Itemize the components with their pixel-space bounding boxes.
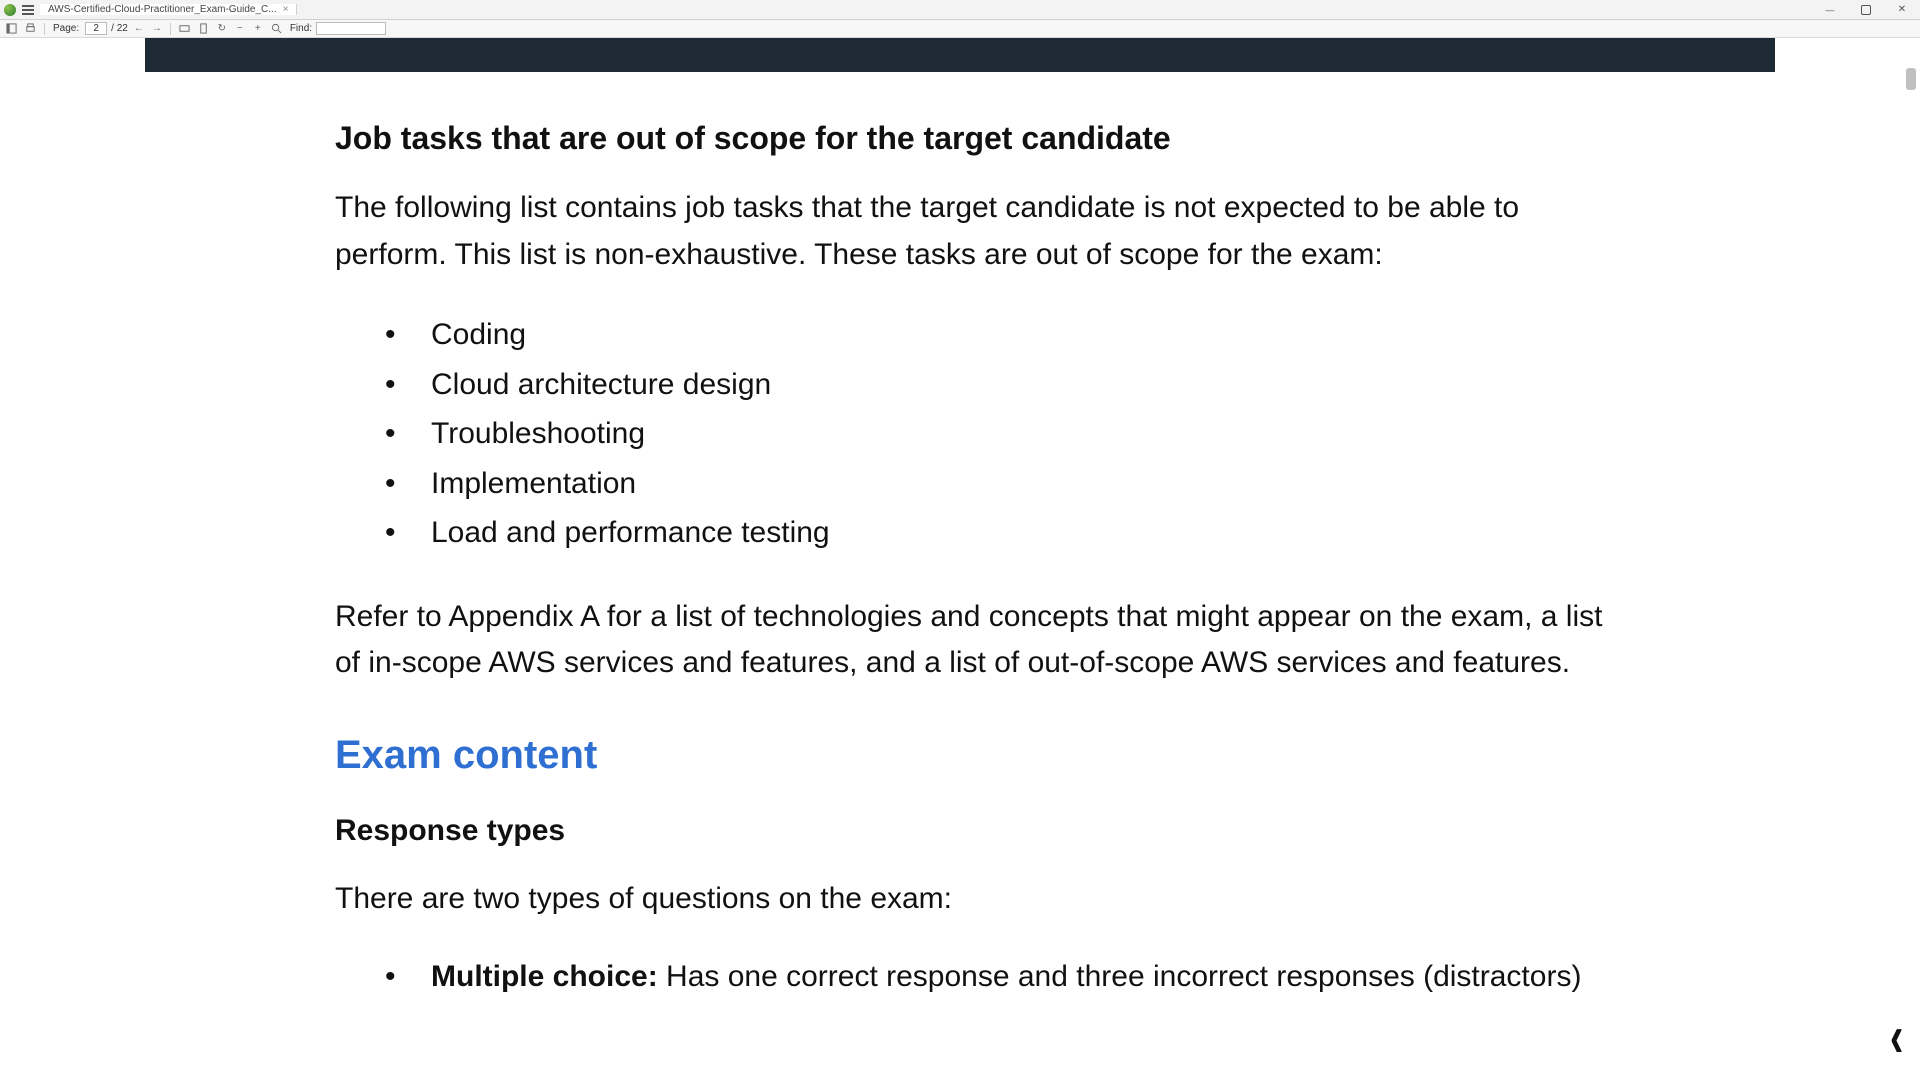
window-minimize-button[interactable] [1812,0,1848,19]
document-viewer: Job tasks that are out of scope for the … [0,38,1920,1080]
toolbar-separator [170,23,171,35]
out-of-scope-list: Coding Cloud architecture design Trouble… [385,310,1635,558]
qtype-desc: Has one correct response and three incor… [658,960,1582,993]
list-item: Coding [385,310,1635,360]
heading-out-of-scope: Job tasks that are out of scope for the … [335,120,1635,157]
page-next-button[interactable]: → [150,22,164,36]
lead-paragraph: The following list contains job tasks th… [335,185,1635,278]
search-icon[interactable] [269,22,284,36]
list-item: Multiple choice: Has one correct respons… [385,954,1635,1001]
document-tab[interactable]: AWS-Certified-Cloud-Practitioner_Exam-Gu… [40,4,297,15]
page-total: / 22 [111,23,128,34]
toolbar-separator [44,23,45,35]
toolbar: Page: / 22 ← → ↻ − + Find: [0,20,1920,38]
menu-button[interactable] [22,5,34,15]
refer-paragraph: Refer to Appendix A for a list of techno… [335,594,1635,687]
find-input[interactable] [316,22,386,35]
pdf-page: Job tasks that are out of scope for the … [145,38,1775,1080]
window-close-button[interactable] [1884,0,1920,19]
document-tab-title: AWS-Certified-Cloud-Practitioner_Exam-Gu… [48,4,277,15]
window-maximize-button[interactable] [1848,0,1884,19]
page-label: Page: [53,23,79,34]
question-types-list: Multiple choice: Has one correct respons… [385,954,1635,1001]
list-item: Troubleshooting [385,409,1635,459]
find-label: Find: [290,23,312,34]
fit-width-button[interactable] [177,22,192,36]
vertical-scrollbar[interactable] [1904,40,1918,1080]
titlebar: AWS-Certified-Cloud-Practitioner_Exam-Gu… [0,0,1920,20]
fit-page-button[interactable] [196,22,211,36]
app-icon [4,4,16,16]
tab-close-icon[interactable]: × [283,4,289,15]
rotate-button[interactable]: ↻ [215,22,229,36]
page-header-band [145,38,1775,72]
list-item: Cloud architecture design [385,360,1635,410]
page-prev-button[interactable]: ← [132,22,146,36]
page-number-input[interactable] [85,22,107,35]
list-item: Implementation [385,459,1635,509]
qtype-label: Multiple choice: [431,960,658,993]
sidebar-toggle-button[interactable] [4,22,19,36]
list-item: Load and performance testing [385,508,1635,558]
heading-exam-content: Exam content [335,733,1635,778]
back-chevron-icon[interactable]: ‹ [1890,1008,1904,1066]
zoom-out-button[interactable]: − [233,22,247,36]
print-button[interactable] [23,22,38,36]
zoom-in-button[interactable]: + [251,22,265,36]
two-types-paragraph: There are two types of questions on the … [335,876,1635,923]
heading-response-types: Response types [335,814,1635,848]
scrollbar-thumb[interactable] [1906,68,1916,90]
